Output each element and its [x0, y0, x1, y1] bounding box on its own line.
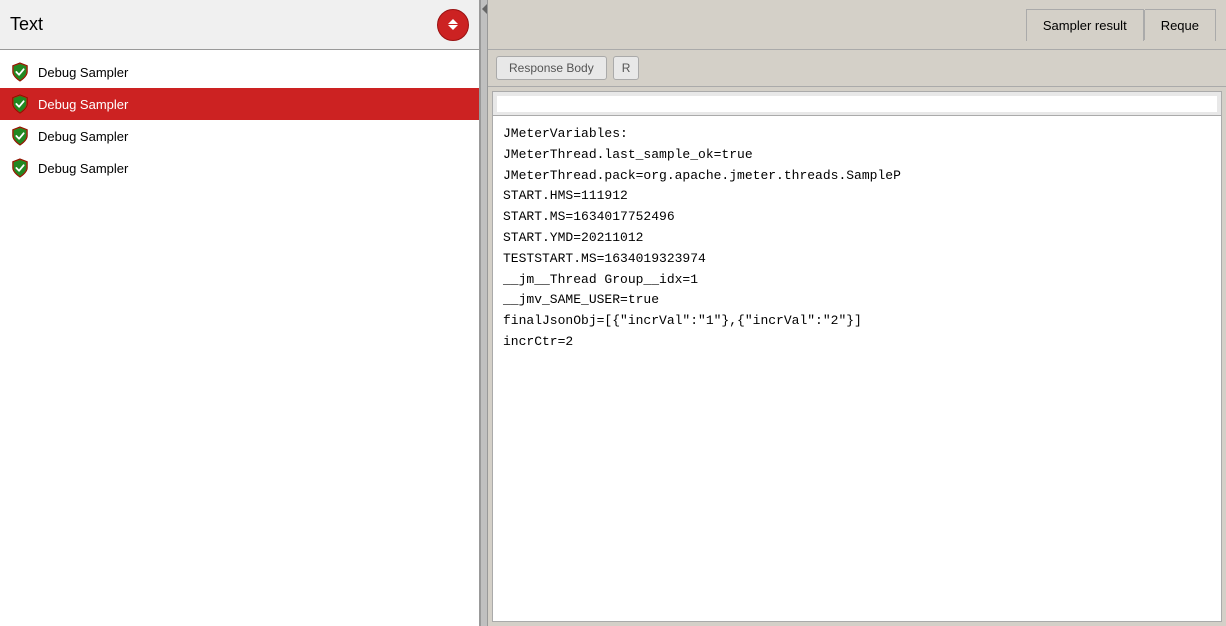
- left-panel: Text Debug Sampler: [0, 0, 480, 626]
- item-label: Debug Sampler: [38, 65, 128, 80]
- shield-icon: [10, 94, 30, 114]
- right-top-bar: Sampler result Reque: [488, 0, 1226, 50]
- list-item[interactable]: Debug Sampler: [0, 152, 479, 184]
- main-container: Text Debug Sampler: [0, 0, 1226, 626]
- left-header: Text: [0, 0, 479, 50]
- response-text-content: JMeterVariables: JMeterThread.last_sampl…: [493, 116, 1221, 621]
- spinner-button[interactable]: [437, 9, 469, 41]
- list-item[interactable]: Debug Sampler: [0, 56, 479, 88]
- item-label: Debug Sampler: [38, 161, 128, 176]
- arrow-down-icon: [448, 25, 458, 30]
- splitter-arrow-icon: [482, 4, 487, 14]
- panel-title: Text: [10, 14, 43, 35]
- content-area: JMeterVariables: JMeterThread.last_sampl…: [492, 91, 1222, 622]
- list-area: Debug Sampler Debug Sampler Debug Sample: [0, 50, 479, 626]
- item-label: Debug Sampler: [38, 97, 128, 112]
- search-input[interactable]: [497, 96, 1217, 112]
- response-sub-bar: Response Body R: [488, 50, 1226, 87]
- shield-icon: [10, 126, 30, 146]
- item-label: Debug Sampler: [38, 129, 128, 144]
- arrow-up-icon: [448, 19, 458, 24]
- tab-sampler-result[interactable]: Sampler result: [1026, 9, 1144, 41]
- shield-icon: [10, 158, 30, 178]
- spinner-arrows: [448, 19, 458, 30]
- panel-splitter[interactable]: [480, 0, 488, 626]
- list-item[interactable]: Debug Sampler: [0, 120, 479, 152]
- list-item[interactable]: Debug Sampler: [0, 88, 479, 120]
- shield-icon: [10, 62, 30, 82]
- right-panel: Sampler result Reque Response Body R JMe…: [488, 0, 1226, 626]
- response-body-button[interactable]: Response Body: [496, 56, 607, 80]
- search-bar: [493, 92, 1221, 116]
- tab-request[interactable]: Reque: [1145, 9, 1216, 41]
- r-button[interactable]: R: [613, 56, 640, 80]
